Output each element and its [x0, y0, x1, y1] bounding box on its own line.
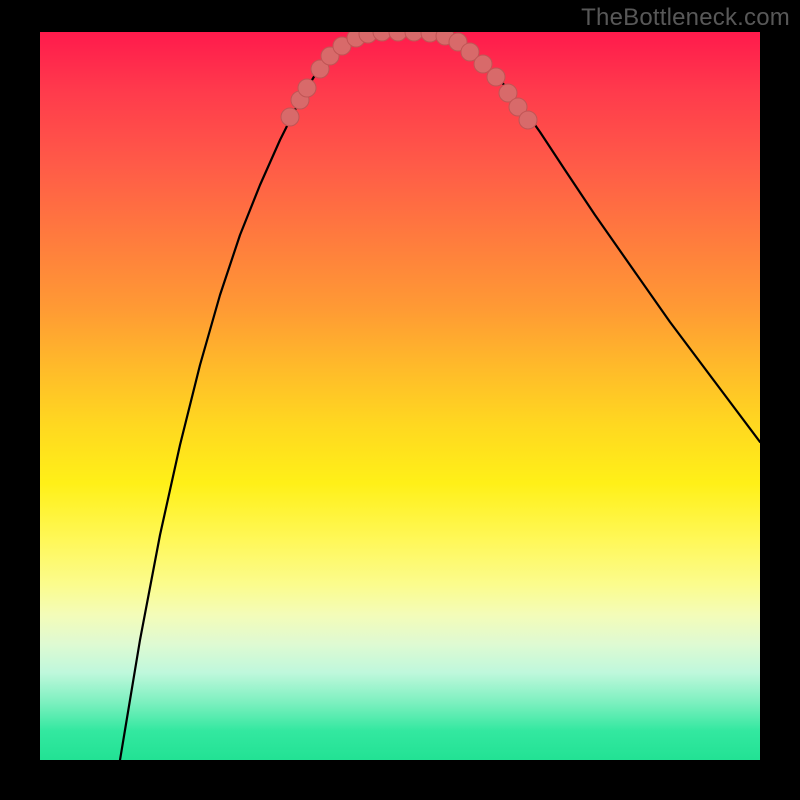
data-marker: [298, 79, 316, 97]
data-marker: [373, 32, 391, 41]
data-marker: [519, 111, 537, 129]
chart-frame: TheBottleneck.com: [0, 0, 800, 800]
curve-path: [120, 32, 760, 760]
data-marker: [405, 32, 423, 41]
data-marker: [281, 108, 299, 126]
watermark-label: TheBottleneck.com: [581, 4, 790, 32]
marker-group: [281, 32, 537, 129]
data-marker: [389, 32, 407, 41]
data-marker: [487, 68, 505, 86]
bottleneck-curve: [40, 32, 760, 760]
plot-area: [40, 32, 760, 760]
curve-path-group: [120, 32, 760, 760]
